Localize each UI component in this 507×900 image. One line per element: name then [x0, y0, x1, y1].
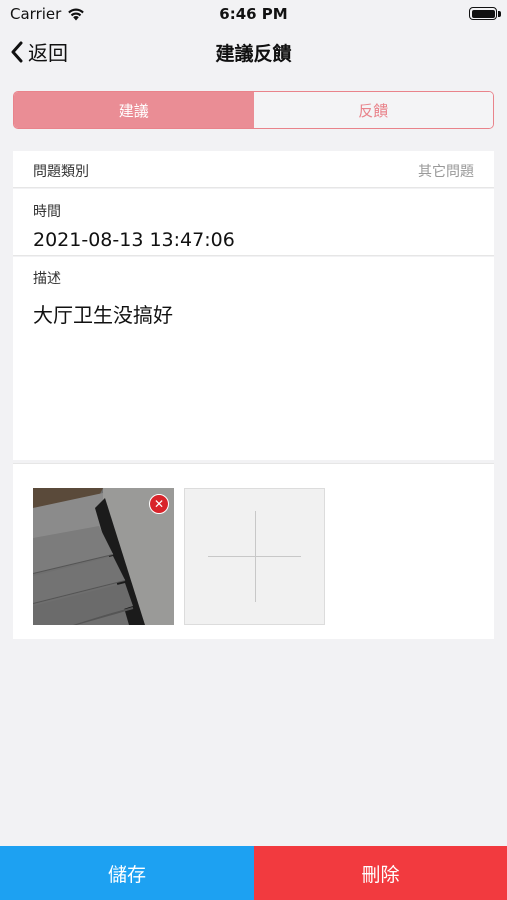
- time-row: 時間 2021-08-13 13:47:06: [13, 189, 494, 256]
- battery-tip: [498, 11, 501, 17]
- category-value[interactable]: 其它問題: [418, 161, 474, 181]
- time-value: 2021-08-13 13:47:06: [33, 229, 235, 251]
- category-row[interactable]: 問題類別 其它問題: [13, 151, 494, 188]
- navigation-bar: 返回 建議反饋: [0, 28, 507, 76]
- bottom-action-bar: 儲存 刪除: [0, 846, 507, 900]
- description-field[interactable]: 描述 大厅卫生没搞好: [13, 257, 494, 460]
- battery-icon: [469, 7, 497, 20]
- tab-feedback[interactable]: 反饋: [253, 92, 493, 128]
- plus-icon: [255, 511, 256, 602]
- segmented-control: 建議 反饋: [13, 91, 494, 129]
- description-label: 描述: [33, 271, 61, 287]
- time-label: 時間: [33, 204, 61, 220]
- category-label: 問題類別: [33, 164, 89, 180]
- description-text[interactable]: 大厅卫生没搞好: [33, 299, 173, 328]
- clock: 6:46 PM: [219, 5, 288, 23]
- status-bar: Carrier 6:46 PM: [0, 0, 507, 28]
- photo-section: [13, 463, 494, 639]
- tab-suggestion[interactable]: 建議: [14, 92, 254, 128]
- delete-button[interactable]: 刪除: [254, 846, 507, 900]
- add-photo-button[interactable]: [184, 488, 325, 625]
- save-button[interactable]: 儲存: [0, 846, 254, 900]
- page-title: 建議反饋: [215, 43, 292, 65]
- close-icon[interactable]: ✕: [149, 494, 169, 514]
